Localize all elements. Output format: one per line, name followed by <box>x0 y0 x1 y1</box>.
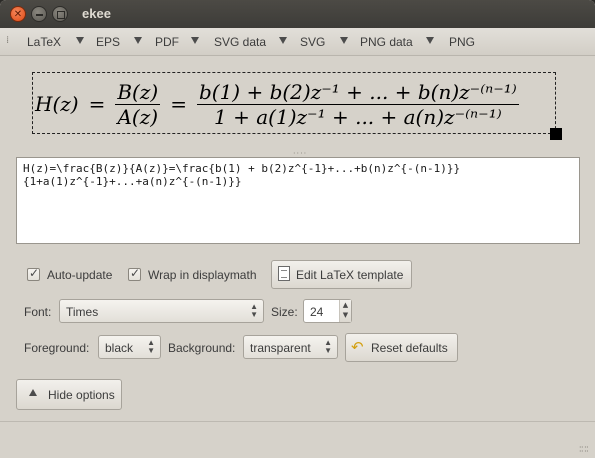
toolbar-latex[interactable]: LaTeX <box>27 35 61 49</box>
latex-source-editor[interactable]: H(z)=\frac{B(z)}{A(z)}=\frac{b(1) + b(2)… <box>16 157 580 244</box>
preview-resize-handle[interactable] <box>550 128 562 140</box>
formula-lhs: H(z) <box>35 92 79 116</box>
wrap-displaymath-checkbox[interactable] <box>128 266 141 281</box>
fraction-denominator: 1 + a(1)z⁻¹ + ... + a(n)z⁻⁽ⁿ⁻¹⁾ <box>214 104 502 129</box>
foreground-select[interactable]: black ▲ ▼ <box>98 335 161 359</box>
triangle-down-icon[interactable] <box>134 37 142 44</box>
updown-icon: ▲ ▼ <box>147 338 155 355</box>
document-icon <box>278 266 290 281</box>
foreground-value: black <box>105 341 134 355</box>
spin-arrows-icon[interactable]: ▲ ▼ <box>339 300 351 322</box>
fraction-polynomial: b(1) + b(2)z⁻¹ + ... + b(n)z⁻⁽ⁿ⁻¹⁾ 1 + a… <box>196 79 519 129</box>
rendered-formula: H(z) = B(z) A(z) = b(1) + b(2)z⁻¹ + ... … <box>35 73 555 133</box>
background-label: Background: <box>168 341 236 355</box>
background-value: transparent <box>250 341 311 355</box>
triangle-up-icon <box>29 389 37 396</box>
auto-update-label: Auto-update <box>47 268 113 282</box>
toolbar-eps[interactable]: EPS <box>96 35 120 49</box>
triangle-down-icon[interactable] <box>279 37 287 44</box>
close-icon[interactable]: ✕ <box>10 6 26 22</box>
updown-icon: ▲ ▼ <box>324 338 332 355</box>
size-spinner[interactable]: 24 ▲ ▼ <box>303 299 352 323</box>
triangle-down-icon[interactable] <box>426 37 434 44</box>
background-select[interactable]: transparent ▲ ▼ <box>243 335 338 359</box>
edit-template-label: Edit LaTeX template <box>296 268 404 282</box>
minimize-icon[interactable] <box>31 6 47 22</box>
triangle-down-icon[interactable] <box>191 37 199 44</box>
font-value: Times <box>66 305 99 319</box>
fraction-b-over-a: B(z) A(z) <box>115 79 161 129</box>
toolbar-png[interactable]: PNG <box>449 35 475 49</box>
toolbar-pdf[interactable]: PDF <box>155 35 179 49</box>
formula-equals: = <box>170 92 187 116</box>
status-bar: ⠤⠤ ⠤⠤ <box>0 421 595 458</box>
toolbar-svg[interactable]: SVG <box>300 35 325 49</box>
wrap-displaymath-label: Wrap in displaymath <box>148 268 257 282</box>
app-window: ✕ ekee ⁞ LaTeX EPS PDF SVG data SVG PNG … <box>0 0 595 458</box>
triangle-down-icon[interactable] <box>340 37 348 44</box>
resize-grip-icon[interactable]: ⠤⠤ ⠤⠤ <box>579 443 589 454</box>
triangle-down-icon[interactable] <box>76 37 84 44</box>
hide-options-label: Hide options <box>48 388 115 402</box>
maximize-icon[interactable] <box>52 6 68 22</box>
title-bar[interactable]: ✕ ekee <box>0 0 595 28</box>
window-title: ekee <box>82 6 111 21</box>
font-select[interactable]: Times ▲ ▼ <box>59 299 264 323</box>
toolbar-svg-data[interactable]: SVG data <box>214 35 266 49</box>
updown-icon: ▲ ▼ <box>250 302 258 319</box>
foreground-label: Foreground: <box>24 341 90 355</box>
fraction-denominator: A(z) <box>117 104 159 129</box>
formula-preview[interactable]: H(z) = B(z) A(z) = b(1) + b(2)z⁻¹ + ... … <box>32 72 556 134</box>
edit-latex-template-button[interactable]: Edit LaTeX template <box>271 260 412 289</box>
reset-defaults-button[interactable]: ↶ Reset defaults <box>345 333 458 362</box>
auto-update-checkbox[interactable] <box>27 266 40 281</box>
hide-options-button[interactable]: Hide options <box>16 379 122 410</box>
fraction-numerator: b(1) + b(2)z⁻¹ + ... + b(n)z⁻⁽ⁿ⁻¹⁾ <box>196 79 519 105</box>
formula-equals: = <box>88 92 106 116</box>
undo-arrow-icon: ↶ <box>351 339 364 356</box>
toolbar-png-data[interactable]: PNG data <box>360 35 413 49</box>
font-label: Font: <box>24 305 52 319</box>
fraction-numerator: B(z) <box>115 79 161 105</box>
reset-defaults-label: Reset defaults <box>371 341 448 355</box>
toolbar-grip-icon[interactable]: ⁞ <box>6 36 9 46</box>
size-label: Size: <box>271 305 298 319</box>
size-value: 24 <box>310 305 324 319</box>
toolbar: ⁞ LaTeX EPS PDF SVG data SVG PNG data PN… <box>0 28 595 56</box>
